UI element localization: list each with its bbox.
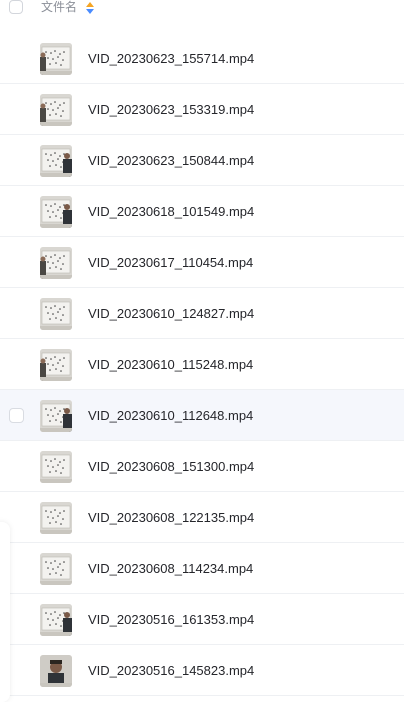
video-thumbnail[interactable]: [40, 94, 72, 126]
sort-icon[interactable]: [86, 2, 94, 14]
file-name[interactable]: VID_20230610_112648.mp4: [88, 408, 253, 424]
video-thumbnail[interactable]: [40, 145, 72, 177]
file-list-header: 文件名: [0, 0, 404, 20]
file-name[interactable]: VID_20230610_115248.mp4: [88, 357, 253, 373]
video-thumbnail[interactable]: [40, 298, 72, 330]
file-row[interactable]: VID_20230618_101549.mp4: [0, 186, 404, 237]
file-row[interactable]: VID_20230610_115248.mp4: [0, 339, 404, 390]
file-name[interactable]: VID_20230516_145823.mp4: [88, 663, 254, 679]
file-row[interactable]: VID_20230608_114234.mp4: [0, 543, 404, 594]
file-list: VID_20230623_155714.mp4 VID_20230623_1533…: [0, 33, 404, 696]
column-title-filename[interactable]: 文件名: [41, 0, 77, 14]
row-checkbox[interactable]: [9, 408, 24, 423]
file-name[interactable]: VID_20230623_153319.mp4: [88, 102, 254, 118]
video-thumbnail[interactable]: [40, 655, 72, 687]
file-name[interactable]: VID_20230608_122135.mp4: [88, 510, 254, 526]
file-row[interactable]: VID_20230516_161353.mp4: [0, 594, 404, 645]
file-row[interactable]: VID_20230516_145823.mp4: [0, 645, 404, 696]
file-name[interactable]: VID_20230516_161353.mp4: [88, 612, 254, 628]
file-row[interactable]: VID_20230608_151300.mp4: [0, 441, 404, 492]
file-name[interactable]: VID_20230610_124827.mp4: [88, 306, 254, 322]
file-row[interactable]: VID_20230623_155714.mp4: [0, 33, 404, 84]
file-name[interactable]: VID_20230623_150844.mp4: [88, 153, 254, 169]
select-all-checkbox[interactable]: [9, 0, 23, 14]
file-name[interactable]: VID_20230608_151300.mp4: [88, 459, 254, 475]
file-row[interactable]: VID_20230608_122135.mp4: [0, 492, 404, 543]
video-thumbnail[interactable]: [40, 400, 72, 432]
file-row[interactable]: VID_20230610_112648.mp4: [0, 390, 404, 441]
file-name[interactable]: VID_20230623_155714.mp4: [88, 51, 254, 67]
file-name[interactable]: VID_20230608_114234.mp4: [88, 561, 253, 577]
file-name[interactable]: VID_20230617_110454.mp4: [88, 255, 253, 271]
side-panel-edge: [0, 522, 10, 702]
video-thumbnail[interactable]: [40, 196, 72, 228]
video-thumbnail[interactable]: [40, 247, 72, 279]
file-row[interactable]: VID_20230610_124827.mp4: [0, 288, 404, 339]
video-thumbnail[interactable]: [40, 502, 72, 534]
video-thumbnail[interactable]: [40, 604, 72, 636]
video-thumbnail[interactable]: [40, 349, 72, 381]
video-thumbnail[interactable]: [40, 43, 72, 75]
video-thumbnail[interactable]: [40, 451, 72, 483]
file-row[interactable]: VID_20230623_153319.mp4: [0, 84, 404, 135]
file-name[interactable]: VID_20230618_101549.mp4: [88, 204, 254, 220]
file-row[interactable]: VID_20230623_150844.mp4: [0, 135, 404, 186]
video-thumbnail[interactable]: [40, 553, 72, 585]
file-row[interactable]: VID_20230617_110454.mp4: [0, 237, 404, 288]
